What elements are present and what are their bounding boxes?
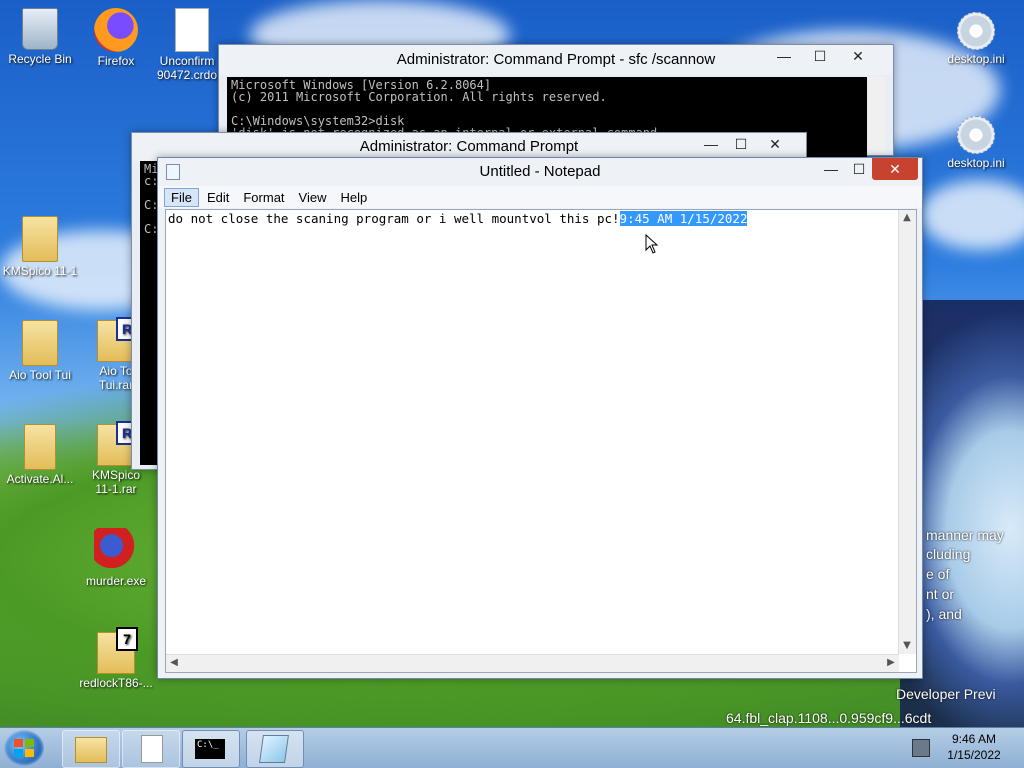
- menu-edit[interactable]: Edit: [201, 189, 235, 206]
- command-prompt-icon: C:\_: [195, 739, 225, 759]
- notepad-window[interactable]: Untitled - Notepad — ☐ ✕ File Edit Forma…: [157, 157, 923, 679]
- rar-archive-icon: [97, 421, 138, 466]
- menu-bar: File Edit Format View Help: [158, 186, 922, 208]
- clock-time: 9:46 AM: [951, 732, 997, 746]
- folder-icon: [24, 424, 56, 470]
- desktop-icon-label: redlockT86-...: [79, 676, 153, 690]
- taskbar-notepad-file[interactable]: [122, 730, 180, 768]
- desktop-icon-label: Recycle Bin: [8, 52, 72, 66]
- minimize-button[interactable]: —: [694, 133, 728, 155]
- typed-text: do not close the scaning program or i we…: [168, 211, 620, 226]
- desktop-icon-activate[interactable]: Activate.Al...: [0, 424, 80, 486]
- action-center-icon[interactable]: [912, 739, 930, 757]
- desktop-icon-label: KMSpico 11-1.rar: [91, 468, 141, 496]
- desktop-icon-label: Aio Tool Tui: [9, 368, 71, 382]
- close-button[interactable]: ✕: [872, 158, 918, 180]
- watermark-line: e of: [926, 566, 950, 582]
- maximize-button[interactable]: ☐: [842, 158, 876, 180]
- desktop-icon-label: Firefox: [97, 54, 135, 68]
- close-button[interactable]: ✕: [841, 45, 875, 67]
- desktop-icon-desktop-ini-1[interactable]: desktop.ini: [936, 12, 1016, 66]
- desktop-icon-label: desktop.ini: [947, 52, 1005, 66]
- executable-icon: [94, 528, 138, 572]
- taskbar: C:\_ 9:46 AM 1/15/2022: [0, 727, 1024, 768]
- rar-archive-icon: [97, 317, 138, 362]
- folder-icon: [22, 320, 58, 366]
- text-editor[interactable]: do not close the scaning program or i we…: [165, 209, 917, 673]
- watermark-line: cluding: [926, 546, 971, 562]
- maximize-button[interactable]: ☐: [803, 45, 837, 67]
- scroll-left-icon[interactable]: ◀: [166, 655, 182, 671]
- desktop-icon-aio-tool-folder[interactable]: Aio Tool Tui: [0, 320, 80, 382]
- scroll-up-icon[interactable]: ▲: [899, 210, 915, 226]
- desktop-icon-recycle-bin[interactable]: Recycle Bin: [0, 8, 80, 66]
- settings-file-icon: [957, 116, 995, 154]
- menu-format[interactable]: Format: [237, 189, 290, 206]
- folder-icon: [75, 737, 107, 763]
- desktop-icon-firefox[interactable]: Firefox: [76, 8, 156, 68]
- taskbar-cmd[interactable]: C:\_: [182, 730, 240, 768]
- vertical-scrollbar[interactable]: ▲ ▼: [898, 210, 916, 654]
- cmd-back-titlebar[interactable]: Administrator: Command Prompt - sfc /sca…: [219, 45, 893, 75]
- notepad-icon: [166, 164, 180, 180]
- window-title: Administrator: Command Prompt - sfc /sca…: [396, 51, 716, 68]
- desktop-icon-label: desktop.ini: [947, 156, 1005, 170]
- scroll-right-icon[interactable]: ▶: [883, 655, 899, 671]
- menu-file[interactable]: File: [164, 187, 199, 207]
- watermark-line: nt or: [926, 586, 955, 602]
- taskbar-explorer[interactable]: [62, 730, 120, 768]
- horizontal-scrollbar[interactable]: ◀ ▶: [166, 654, 899, 672]
- taskbar-notepad[interactable]: [246, 730, 304, 768]
- watermark-developer: Developer Previ: [896, 686, 996, 702]
- watermark-build: 64.fbl_clap.1108...0.959cf9...6cdt: [726, 710, 932, 726]
- watermark-line: ), and: [926, 606, 962, 622]
- watermark-line: manner may: [926, 527, 1004, 543]
- desktop-icon-redlock[interactable]: redlockT86-...: [76, 627, 156, 690]
- notepad-titlebar[interactable]: Untitled - Notepad — ☐ ✕: [158, 158, 922, 186]
- document-icon: [141, 735, 163, 763]
- settings-file-icon: [957, 12, 995, 50]
- folder-icon: [22, 216, 58, 262]
- desktop-icon-label: murder.exe: [85, 574, 147, 588]
- notepad-icon: [259, 735, 289, 763]
- clock[interactable]: 9:46 AM 1/15/2022: [934, 731, 1014, 763]
- close-button[interactable]: ✕: [758, 133, 792, 155]
- document-icon: [175, 8, 209, 52]
- cloud: [920, 180, 1024, 250]
- recycle-bin-icon: [22, 8, 58, 50]
- desktop-icon-label: Activate.Al...: [6, 472, 74, 486]
- firefox-icon: [94, 8, 138, 52]
- desktop-icon-desktop-ini-2[interactable]: desktop.ini: [936, 116, 1016, 170]
- maximize-button[interactable]: ☐: [724, 133, 758, 155]
- selected-text: 9:45 AM 1/15/2022: [619, 211, 748, 226]
- text-content[interactable]: do not close the scaning program or i we…: [168, 211, 748, 226]
- desktop-icon-kmspico-folder[interactable]: KMSpico 11-1: [0, 216, 80, 278]
- menu-help[interactable]: Help: [334, 189, 373, 206]
- window-title: Administrator: Command Prompt: [359, 138, 579, 155]
- 7z-archive-icon: [97, 627, 138, 674]
- desktop-icon-label: Unconfirm 90472.crdo: [156, 54, 218, 82]
- minimize-button[interactable]: —: [767, 45, 801, 67]
- scrollbar[interactable]: [869, 77, 885, 153]
- window-title: Untitled - Notepad: [479, 163, 601, 180]
- windows-logo-icon: [14, 739, 34, 757]
- desktop-icon-label: KMSpico 11-1: [2, 264, 78, 278]
- start-button[interactable]: [4, 730, 44, 766]
- desktop: { "desktop": { "icons": [ {"label": "Rec…: [0, 0, 1024, 768]
- desktop-icon-murder-exe[interactable]: murder.exe: [76, 528, 156, 588]
- mouse-cursor-icon: [645, 234, 659, 254]
- menu-view[interactable]: View: [293, 189, 333, 206]
- scroll-down-icon[interactable]: ▼: [899, 638, 915, 654]
- clock-date: 1/15/2022: [947, 748, 1001, 762]
